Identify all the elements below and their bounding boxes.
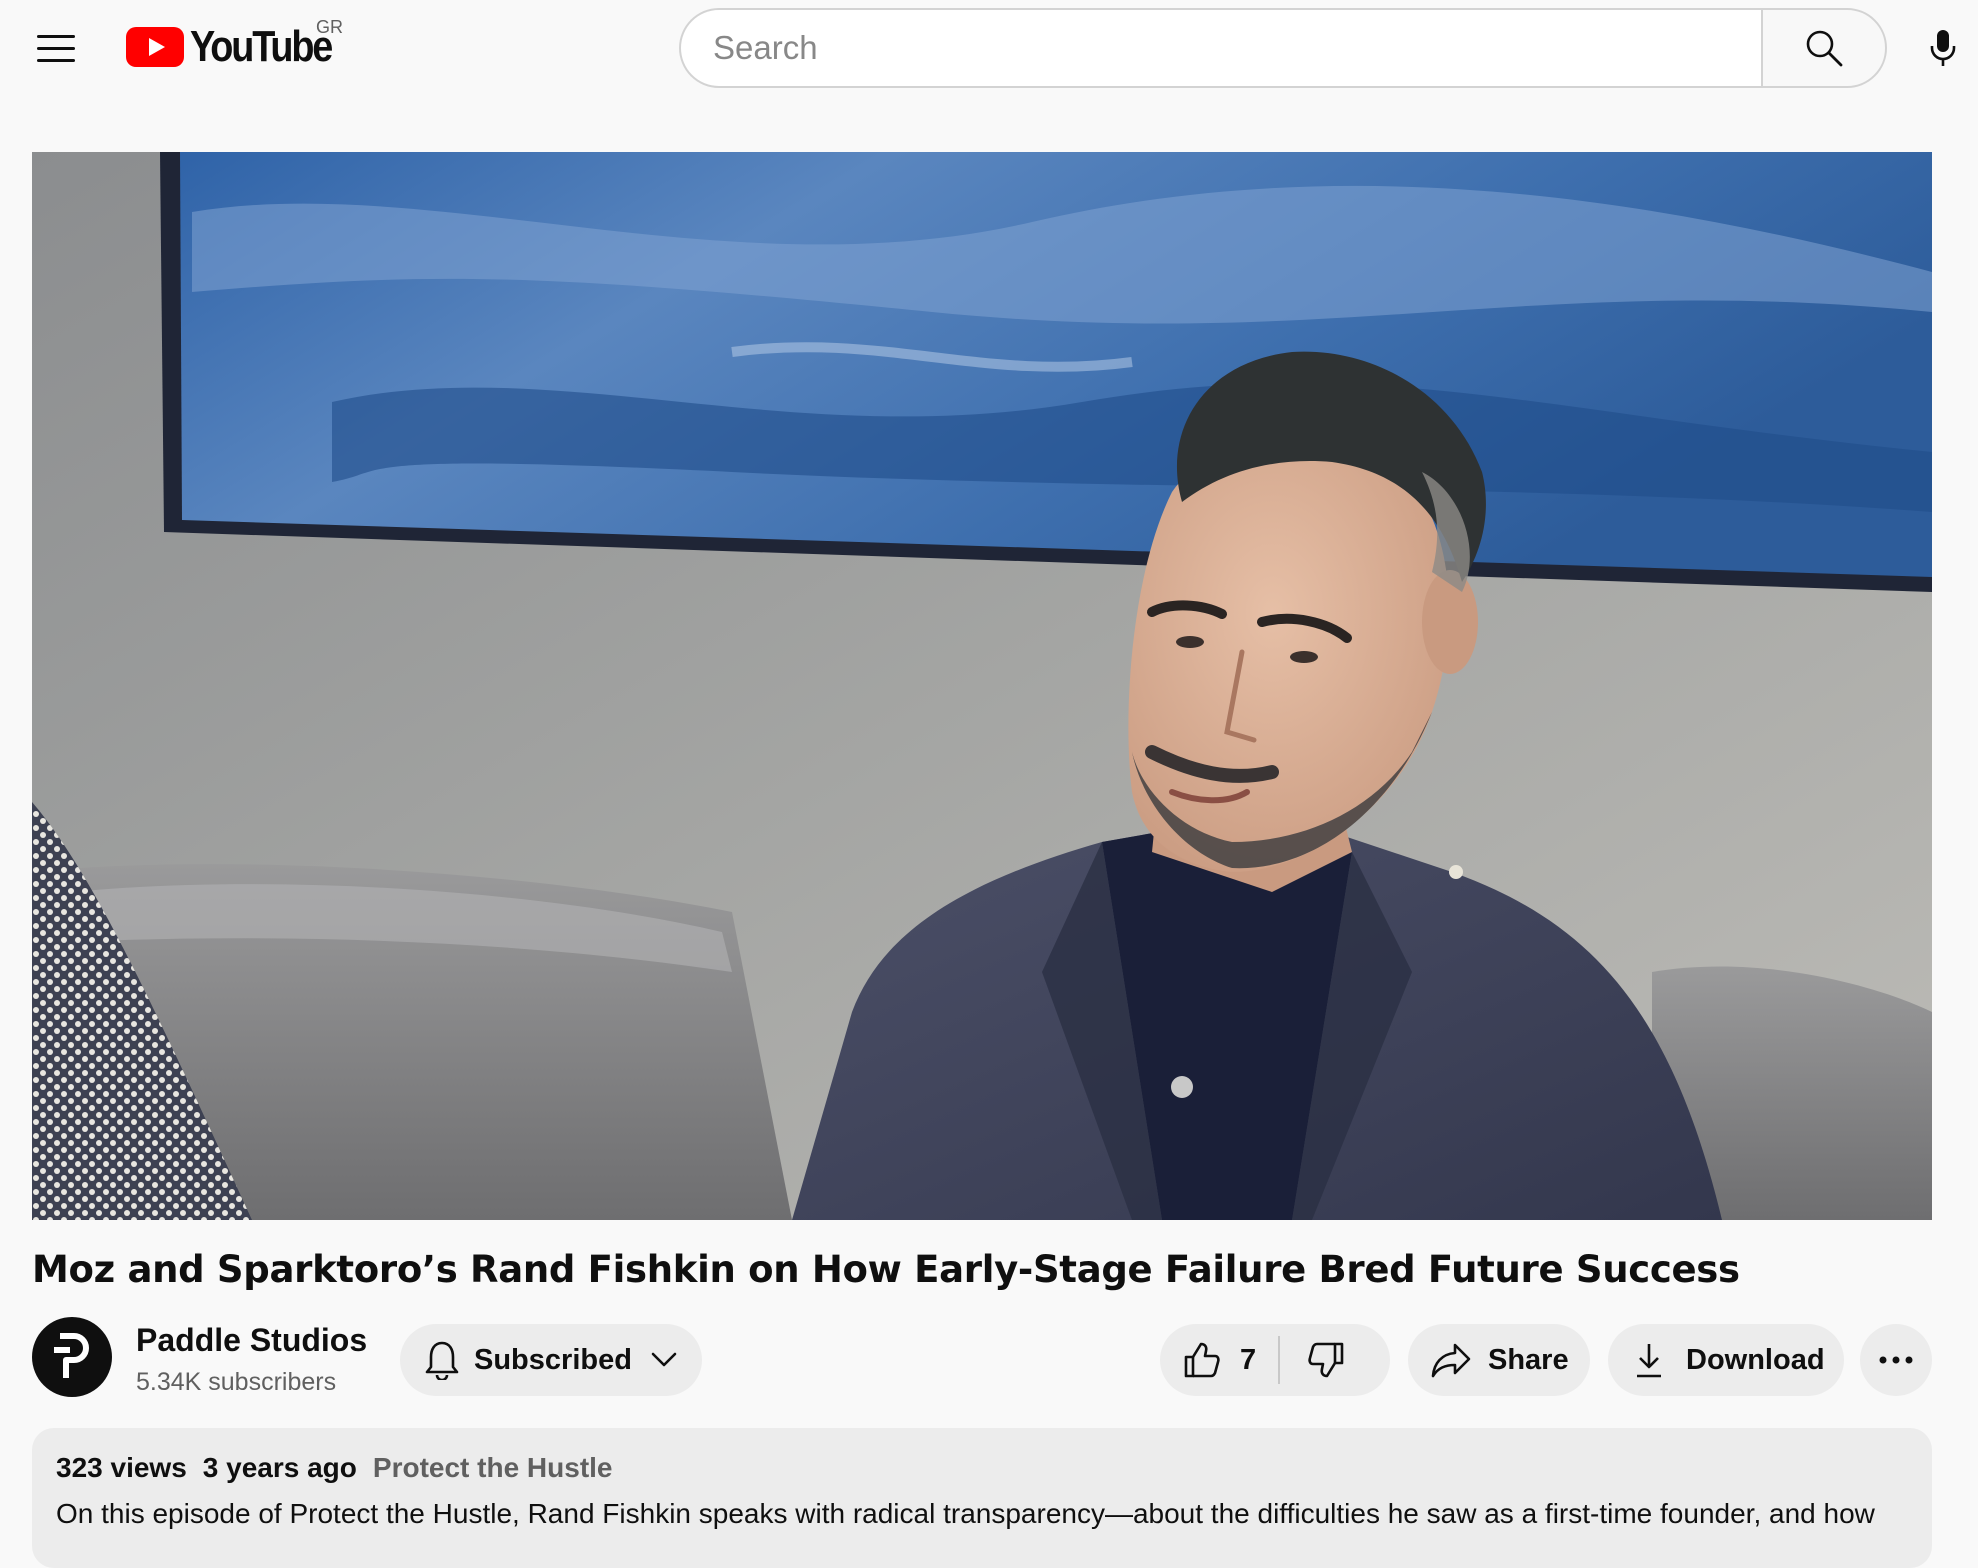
thumbs-up-icon [1184,1342,1220,1378]
more-actions-button[interactable] [1860,1324,1932,1396]
video-frame [32,152,1932,1220]
upload-age: 3 years ago [202,1452,357,1483]
youtube-logo-icon [126,27,184,67]
region-code: GR [316,17,343,37]
masthead: YouTube GR [0,0,1978,96]
download-label: Download [1686,1343,1825,1376]
channel-name[interactable]: Paddle Studios [136,1322,367,1359]
playlist-link[interactable]: Protect the Hustle [373,1452,613,1483]
share-arrow-icon [1431,1343,1471,1378]
voice-search-button[interactable] [1918,22,1968,74]
like-count: 7 [1240,1343,1257,1376]
more-horizontal-icon [1879,1356,1913,1364]
dislike-button[interactable] [1280,1324,1346,1396]
chevron-down-icon [651,1352,677,1367]
video-title: Moz and Sparktoro’s Rand Fishkin on How … [32,1248,1740,1291]
description-meta: 323 views 3 years ago Protect the Hustle [56,1452,1908,1484]
search-bar [679,8,1887,88]
like-button[interactable]: 7 [1160,1324,1278,1396]
subscribed-button[interactable]: Subscribed [400,1324,702,1396]
menu-icon[interactable] [30,22,82,74]
microphone-icon [1930,30,1956,66]
share-label: Share [1488,1343,1569,1376]
share-button[interactable]: Share [1408,1324,1590,1396]
view-count: 323 views [56,1452,187,1483]
video-player[interactable] [32,152,1932,1220]
bell-icon [425,1341,459,1380]
search-input[interactable] [679,8,1761,88]
like-dislike-group: 7 [1160,1324,1390,1396]
search-button[interactable] [1761,8,1887,88]
thumbs-down-icon [1308,1342,1344,1378]
description-box[interactable]: 323 views 3 years ago Protect the Hustle O… [32,1428,1932,1568]
description-text: On this episode of Protect the Hustle, R… [56,1498,1875,1529]
subscribed-label: Subscribed [474,1343,632,1376]
paddle-logo-icon [54,1333,89,1378]
download-icon [1637,1344,1661,1378]
logo-wordmark: YouTube [190,22,333,71]
subscriber-count: 5.34K subscribers [136,1368,337,1396]
channel-avatar[interactable] [32,1317,112,1397]
download-button[interactable]: Download [1608,1324,1844,1396]
search-icon [1806,30,1843,67]
